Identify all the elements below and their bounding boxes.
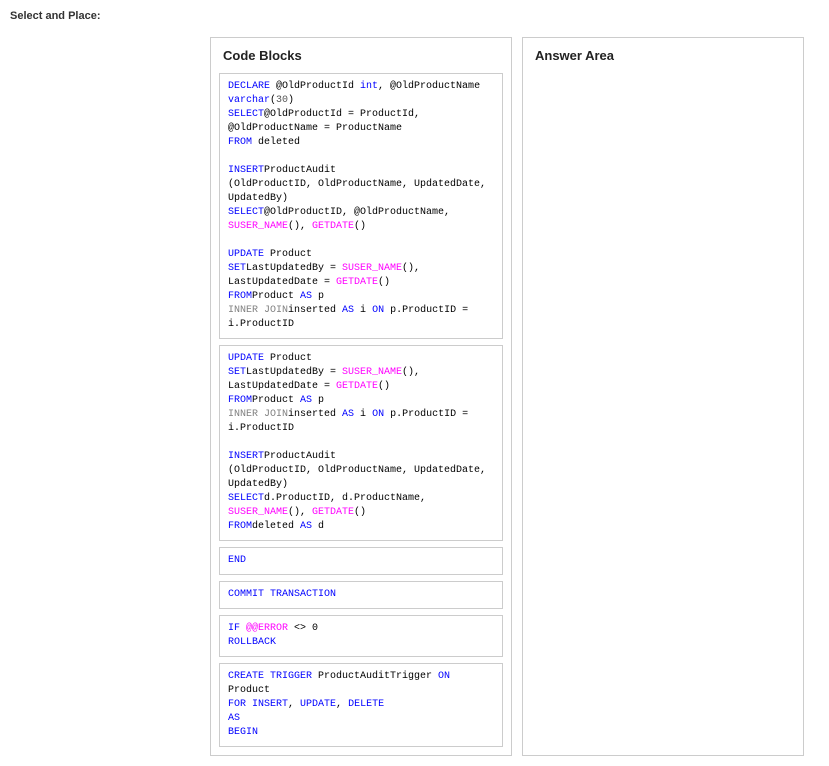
panels-container: Code Blocks DECLARE @OldProductId int, @… bbox=[210, 37, 829, 756]
code-block-2[interactable]: UPDATE Product SETLastUpdatedBy = SUSER_… bbox=[219, 345, 503, 541]
code-block-5[interactable]: IF @@ERROR <> 0 ROLLBACK bbox=[219, 615, 503, 657]
select-place-label: Select and Place: bbox=[10, 10, 829, 22]
code-blocks-panel: Code Blocks DECLARE @OldProductId int, @… bbox=[210, 37, 512, 756]
code-block-6[interactable]: CREATE TRIGGER ProductAuditTrigger ON Pr… bbox=[219, 663, 503, 747]
code-block-1[interactable]: DECLARE @OldProductId int, @OldProductNa… bbox=[219, 73, 503, 339]
code-block-3[interactable]: END bbox=[219, 547, 503, 575]
code-block-4[interactable]: COMMIT TRANSACTION bbox=[219, 581, 503, 609]
code-blocks-title: Code Blocks bbox=[211, 38, 511, 73]
answer-panel[interactable]: Answer Area bbox=[522, 37, 804, 756]
answer-area-title: Answer Area bbox=[523, 38, 803, 73]
